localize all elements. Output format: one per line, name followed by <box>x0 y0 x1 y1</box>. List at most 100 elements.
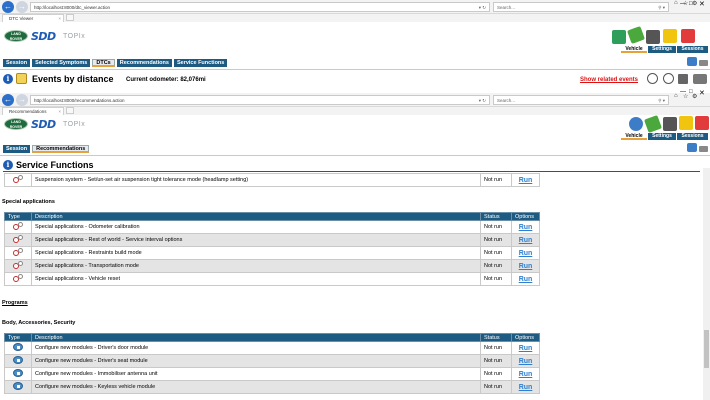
description-cell: Special applications - Restraints build … <box>31 246 481 260</box>
forward-icon[interactable]: → <box>16 94 28 106</box>
type-cell <box>4 259 32 273</box>
module-icon <box>13 382 23 390</box>
run-button[interactable]: Run <box>511 354 540 368</box>
divider <box>0 155 710 156</box>
run-button[interactable]: Run <box>511 341 540 355</box>
menu-session[interactable]: Session <box>3 59 31 67</box>
events-title: Events by distance <box>32 74 114 84</box>
menu-recommendations[interactable]: Recommendations <box>32 145 90 153</box>
run-button[interactable]: Run <box>511 173 540 187</box>
type-cell <box>4 233 32 247</box>
address-bar[interactable]: http://localhost:8000/recommendations.ac… <box>30 95 490 105</box>
nav-vehicle[interactable]: Vehicle <box>621 46 647 53</box>
minimize-icon[interactable]: — <box>680 1 686 7</box>
menu-selected-symptoms[interactable]: Selected Symptoms <box>32 59 91 67</box>
run-button[interactable]: Run <box>511 272 540 286</box>
nav-vehicle[interactable]: Vehicle <box>621 133 647 140</box>
refresh-icon[interactable]: ▾ ↻ <box>479 96 486 104</box>
tab-dtc-viewer[interactable]: DTC Viewer × <box>2 14 64 22</box>
type-cell <box>4 354 32 368</box>
col-description: Description <box>31 212 481 221</box>
browser-toolbar: ← → http://localhost:8000/dtc_viewer.act… <box>0 0 710 14</box>
calendar-icon[interactable] <box>663 117 677 131</box>
status-cell: Not run <box>480 220 512 234</box>
maximize-icon[interactable]: □ <box>689 1 693 7</box>
refresh-icon[interactable]: ▾ ↻ <box>479 3 486 11</box>
print-icon[interactable] <box>699 60 708 66</box>
magnifier-icon[interactable] <box>663 73 674 84</box>
run-button[interactable]: Run <box>511 220 540 234</box>
description-cell: Configure new modules - Driver's door mo… <box>31 341 481 355</box>
address-bar[interactable]: http://localhost:8000/dtc_viewer.action … <box>30 2 490 12</box>
odometer-readout: Current odometer: 82,076mi <box>126 77 206 83</box>
notes-icon[interactable] <box>679 116 693 130</box>
search-icon[interactable]: ⚲ ▾ <box>658 96 665 105</box>
description-cell: Suspension system - Set/un-set air suspe… <box>31 173 481 187</box>
clock-icon[interactable] <box>647 73 658 84</box>
status-cell: Not run <box>480 354 512 368</box>
tab-close-icon[interactable]: × <box>58 15 61 22</box>
forward-icon[interactable]: → <box>16 1 28 13</box>
programs-heading[interactable]: Programs <box>2 300 28 306</box>
show-related-events-link[interactable]: Show related events <box>580 77 638 83</box>
run-button[interactable]: Run <box>511 246 540 260</box>
help-icon[interactable] <box>687 143 697 152</box>
minimize-icon[interactable]: — <box>680 89 686 95</box>
run-button[interactable]: Run <box>511 259 540 273</box>
menu-session[interactable]: Session <box>3 145 31 153</box>
menu-service-functions[interactable]: Service Functions <box>173 59 228 67</box>
section-special-applications: Special applications <box>2 199 55 205</box>
tab-strip: DTC Viewer × <box>0 14 710 22</box>
menu-recommendations[interactable]: Recommendations <box>116 59 172 67</box>
run-button[interactable]: Run <box>511 367 540 381</box>
back-icon[interactable]: ← <box>2 94 14 106</box>
search-box[interactable]: Search... ⚲ ▾ <box>493 95 669 105</box>
description-cell: Configure new modules - Keyless vehicle … <box>31 380 481 394</box>
tab-label: DTC Viewer <box>9 16 34 21</box>
home-icon[interactable]: ⌂ <box>674 93 678 99</box>
nav-sessions[interactable]: Sessions <box>677 133 708 140</box>
run-button[interactable]: Run <box>511 233 540 247</box>
help-icon[interactable] <box>687 57 697 66</box>
search-box[interactable]: Search... ⚲ ▾ <box>493 2 669 12</box>
col-options: Options <box>511 212 540 221</box>
nav-sessions[interactable]: Sessions <box>677 46 708 53</box>
tab-recommendations[interactable]: Recommendations × <box>2 107 64 115</box>
car-icon[interactable] <box>693 74 707 84</box>
home-icon[interactable]: ⌂ <box>674 0 678 6</box>
sessions-icon[interactable] <box>695 116 709 130</box>
search-icon[interactable]: ⚲ ▾ <box>658 3 665 12</box>
sessions-icon[interactable] <box>681 29 695 43</box>
close-window-icon[interactable]: ✕ <box>699 0 705 8</box>
nav-settings[interactable]: Settings <box>648 133 676 140</box>
table-row: Special applications - Vehicle reset Not… <box>4 272 540 286</box>
tab-close-icon[interactable]: × <box>58 108 61 115</box>
menu-dtcs[interactable]: DTCs <box>92 59 115 67</box>
status-cell: Not run <box>480 233 512 247</box>
print-icon[interactable] <box>699 146 708 152</box>
vehicle-connect-icon[interactable] <box>612 30 626 44</box>
list-icon[interactable] <box>678 74 688 84</box>
table-header: Type Description Status Options <box>4 212 540 221</box>
back-icon[interactable]: ← <box>2 1 14 13</box>
col-description: Description <box>31 333 481 342</box>
run-button[interactable]: Run <box>511 380 540 394</box>
calendar-icon[interactable] <box>646 30 660 44</box>
suspension-table: Suspension system - Set/un-set air suspe… <box>4 173 540 187</box>
vehicle-icon[interactable] <box>644 115 662 133</box>
description-cell: Special applications - Vehicle reset <box>31 272 481 286</box>
new-tab-button[interactable] <box>66 107 74 114</box>
scrollbar-thumb[interactable] <box>704 330 709 368</box>
vehicle-connect-icon[interactable] <box>629 117 643 131</box>
nav-settings[interactable]: Settings <box>648 46 676 53</box>
tab-label: Recommendations <box>9 109 47 114</box>
vehicle-icon[interactable] <box>627 26 645 44</box>
table-row: Configure new modules - Driver's door mo… <box>4 341 540 355</box>
maximize-icon[interactable]: □ <box>689 89 693 95</box>
col-options: Options <box>511 333 540 342</box>
close-window-icon[interactable]: ✕ <box>699 89 705 97</box>
notes-icon[interactable] <box>663 29 677 43</box>
info-icon: i <box>3 160 13 170</box>
description-cell: Special applications - Odometer calibrat… <box>31 220 481 234</box>
new-tab-button[interactable] <box>66 14 74 21</box>
